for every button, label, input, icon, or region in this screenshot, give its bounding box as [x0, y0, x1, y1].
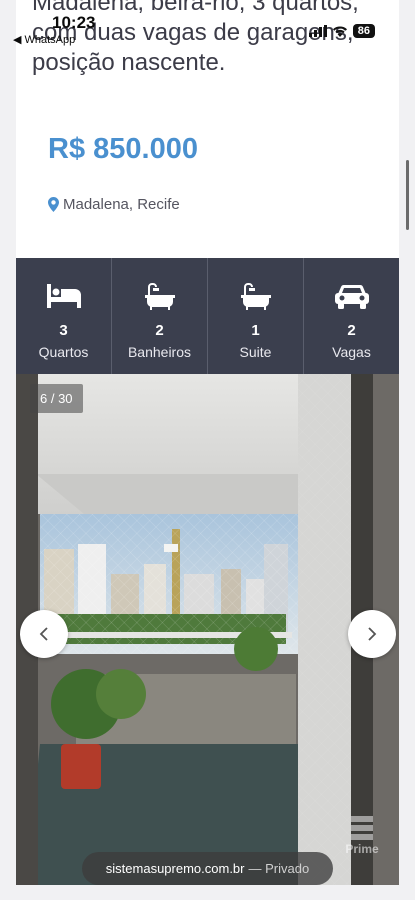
listing-title: Madalena, beira-rio, 3 quartos, com duas…	[32, 0, 359, 76]
status-icons: 86	[308, 24, 375, 38]
location-text: Madalena, Recife	[63, 196, 180, 213]
url-text: sistemasupremo.com.br	[105, 861, 245, 876]
feature-parking: 2 Vagas	[304, 258, 399, 374]
listing-location: Madalena, Recife	[48, 196, 180, 213]
feature-bedrooms: 3 Quartos	[16, 258, 112, 374]
map-pin-icon	[48, 197, 59, 212]
feature-value: 3	[59, 322, 68, 339]
feature-label: Banheiros	[127, 344, 192, 360]
feature-bathrooms: 2 Banheiros	[112, 258, 208, 374]
feature-value: 1	[251, 322, 260, 339]
private-mode-label: — Privado	[248, 861, 310, 876]
bathtub-icon	[144, 283, 175, 310]
page-scrollbar[interactable]	[406, 160, 409, 230]
feature-label: Quartos	[38, 344, 89, 360]
prime-logo-icon	[351, 816, 373, 840]
features-bar: 3 Quartos 2 Banheiros 1 Suite 2 Vagas	[16, 258, 399, 374]
chevron-left-icon	[39, 627, 48, 641]
browser-url-bar[interactable]: sistemasupremo.com.br — Privado	[82, 852, 333, 885]
bed-icon	[46, 284, 81, 308]
bathtub-icon	[240, 283, 271, 310]
photo-counter: 6 / 30	[30, 384, 83, 413]
prime-watermark: Prime	[338, 814, 386, 872]
balcony-photo	[16, 374, 399, 885]
feature-suites: 1 Suite	[208, 258, 304, 374]
signal-icon	[308, 25, 327, 37]
next-photo-button[interactable]	[348, 610, 396, 658]
wifi-icon	[332, 26, 347, 37]
feature-label: Vagas	[332, 344, 371, 360]
car-icon	[334, 284, 369, 309]
back-arrow-icon: ◀	[13, 34, 22, 46]
battery-indicator: 86	[352, 24, 375, 38]
prime-watermark-text: Prime	[345, 842, 379, 856]
photo-gallery[interactable]: 6 / 30 Prime	[16, 374, 399, 885]
back-app-label: WhatsApp	[24, 33, 76, 46]
listing-price: R$ 850.000	[48, 133, 198, 165]
status-time: 10:23	[52, 13, 96, 32]
feature-value: 2	[155, 322, 164, 339]
feature-value: 2	[347, 322, 356, 339]
bottom-strip	[0, 885, 415, 900]
prev-photo-button[interactable]	[20, 610, 68, 658]
back-to-app-link[interactable]: ◀ WhatsApp	[13, 33, 76, 47]
feature-label: Suite	[239, 344, 272, 360]
chevron-right-icon	[368, 627, 377, 641]
